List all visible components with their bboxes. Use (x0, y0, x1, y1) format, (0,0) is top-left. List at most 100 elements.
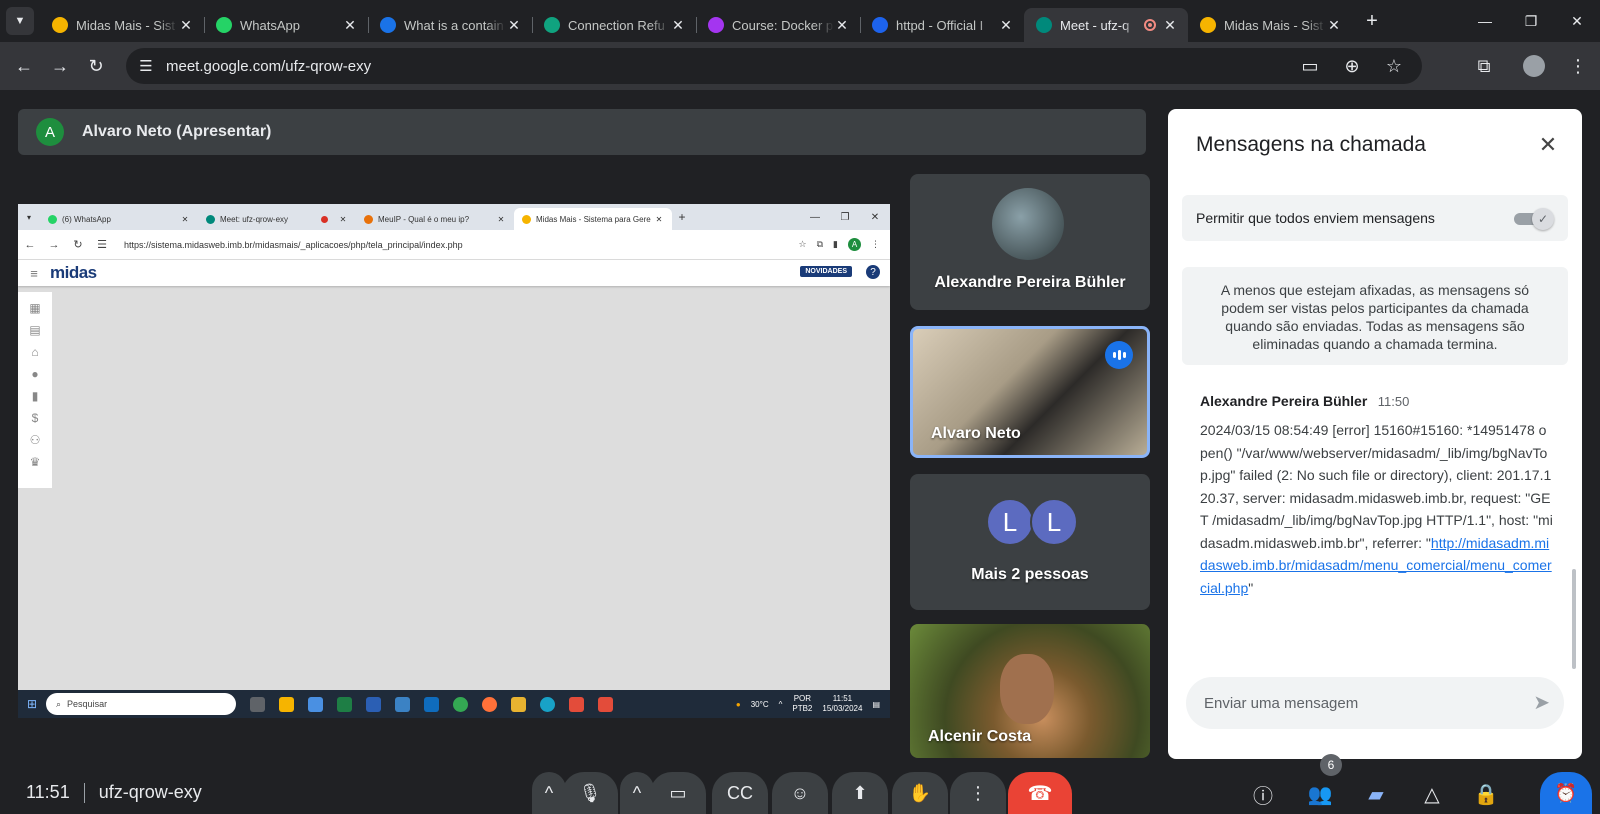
browser-tab[interactable]: Midas Mais - Sist ✕ (1188, 8, 1352, 42)
message-time: 11:50 (1377, 394, 1410, 409)
people-icon[interactable]: 👥 (1302, 776, 1338, 812)
shared-tab-title: (6) WhatsApp (62, 214, 111, 224)
shared-close-tab-icon: ✕ (339, 214, 347, 224)
building-icon: ▤ (29, 323, 41, 337)
address-bar[interactable]: ☰ meet.google.com/ufz-qrow-exy ▭ ⊕ ☆ (126, 48, 1422, 84)
close-tab-icon[interactable]: ✕ (998, 17, 1014, 34)
tab-favicon-icon (216, 17, 232, 33)
tab-search-button[interactable]: ▼ (6, 7, 34, 35)
browser-tab[interactable]: Midas Mais - Sist ✕ (40, 8, 204, 42)
weather-temp: 30°C (750, 699, 769, 709)
tab-title: Midas Mais - Sist (76, 17, 175, 33)
bookmark-star-icon[interactable]: ☆ (1376, 48, 1412, 84)
participant-name: Mais 2 pessoas (971, 566, 1089, 583)
zoom-icon[interactable]: ⊕ (1334, 48, 1370, 84)
extensions-icon[interactable]: ⧉ (1466, 48, 1502, 84)
dashboard-icon: ▦ (29, 301, 41, 315)
reload-icon[interactable]: ↻ (78, 48, 114, 84)
chrome-icon (453, 696, 468, 712)
browser-menu-icon[interactable]: ⋮ (1560, 48, 1596, 84)
excel-icon (337, 696, 352, 712)
bookmark-icon: ▮ (31, 389, 39, 403)
microphone-icon[interactable]: 🎙 (562, 772, 618, 814)
people-count-badge: 6 (1320, 754, 1342, 776)
shared-tab-favicon-icon (48, 214, 57, 224)
back-icon[interactable]: ← (6, 48, 42, 84)
browser-tab[interactable]: Course: Docker p ✕ (696, 8, 860, 42)
permission-label: Permitir que todos enviem mensagens (1196, 210, 1435, 226)
shared-profile-avatar: A (848, 238, 861, 251)
close-window-icon[interactable]: ✕ (1554, 0, 1600, 42)
forward-icon[interactable]: → (42, 48, 78, 84)
chat-icon[interactable]: ▰ (1358, 776, 1394, 812)
participant-tile-alvaro[interactable]: Alvaro Neto (910, 326, 1150, 458)
activities-icon[interactable]: △ (1414, 776, 1450, 812)
camera-icon[interactable]: ▭ (650, 772, 706, 814)
site-settings-icon[interactable]: ☰ (126, 57, 166, 75)
restore-icon[interactable]: ❐ (1508, 0, 1554, 42)
emoji-reaction-icon[interactable]: ☺ (772, 772, 828, 814)
meeting-info: 11:51 ufz-qrow-exy (26, 782, 202, 803)
word-icon (366, 696, 381, 712)
others-avatars: L L (986, 498, 1078, 546)
meeting-details-icon[interactable]: ⓘ (1245, 776, 1281, 812)
timer-alarm-icon[interactable]: ⏰ (1540, 772, 1592, 814)
present-screen-icon[interactable]: ⬆ (832, 772, 888, 814)
more-options-icon[interactable]: ⋮ (950, 772, 1006, 814)
browser-tab[interactable]: httpd - Official I ✕ (860, 8, 1024, 42)
captions-icon[interactable]: CC (712, 772, 768, 814)
leave-call-button[interactable]: ☎ (1008, 772, 1072, 814)
raise-hand-icon[interactable]: ✋ (892, 772, 948, 814)
browser-tab[interactable]: WhatsApp ✕ (204, 8, 368, 42)
midas-logo: midas (50, 263, 97, 282)
shared-tab-title: MeuIP - Qual é o meu ip? (378, 214, 470, 224)
permission-toggle[interactable]: ✓ (1514, 208, 1554, 230)
browser-tab[interactable]: What is a contain ✕ (368, 8, 532, 42)
meet-controls-bar: 11:51 ufz-qrow-exy ^ 🎙 ^ ▭ CC ☺ ⬆ ✋ ⋮ ☎ … (0, 754, 1600, 814)
crown-icon: ♛ (29, 455, 41, 469)
address-url[interactable]: meet.google.com/ufz-qrow-exy (166, 58, 371, 75)
firefox-icon (482, 696, 497, 712)
close-tab-icon[interactable]: ✕ (670, 17, 686, 34)
close-tab-icon[interactable]: ✕ (834, 17, 850, 34)
close-tab-icon[interactable]: ✕ (342, 17, 358, 34)
tray-time: 11:51 (832, 694, 853, 703)
video-options-chevron-icon[interactable]: ^ (620, 772, 654, 814)
message-sender: Alexandre Pereira Bühler (1200, 393, 1368, 409)
new-tab-button[interactable]: + (1358, 10, 1386, 33)
chat-message-input[interactable]: Enviar uma mensagem ➤ (1186, 677, 1564, 729)
close-chat-icon[interactable]: ✕ (1534, 131, 1562, 159)
host-controls-lock-icon[interactable]: 🔒 (1468, 776, 1504, 812)
tabs-container: Midas Mais - Sist ✕ WhatsApp ✕ What is a con… (40, 0, 1352, 42)
tray-language: POR PTB2 (792, 694, 812, 714)
browser-tab[interactable]: Connection Refu ✕ (532, 8, 696, 42)
minimize-icon[interactable]: — (1462, 0, 1508, 42)
tab-favicon-icon (708, 17, 724, 33)
divider (83, 782, 85, 803)
tray-clock: 11:51 15/03/2024 (822, 694, 862, 714)
participant-name: Alexandre Pereira Bühler (934, 274, 1126, 291)
close-tab-icon[interactable]: ✕ (1326, 17, 1342, 34)
close-tab-icon[interactable]: ✕ (506, 17, 522, 34)
profile-avatar-icon[interactable] (1516, 48, 1552, 84)
shared-url: https://sistema.midasweb.imb.br/midasmai… (124, 239, 463, 250)
close-tab-icon[interactable]: ✕ (1162, 17, 1178, 34)
anydesk-icon (569, 696, 584, 712)
participant-tile-others[interactable]: L L Mais 2 pessoas (910, 474, 1150, 610)
chat-scrollbar[interactable] (1572, 569, 1576, 669)
tab-title: Midas Mais - Sist (1224, 17, 1323, 33)
participant-tile-alexandre[interactable]: Alexandre Pereira Bühler (910, 174, 1150, 310)
windows-taskbar: ⊞ ⌕ Pesquisar ● 30°C ^ POR PTB2 11:51 15… (18, 690, 890, 718)
browser-tab[interactable]: Meet - ufz-q ✕ (1024, 8, 1188, 42)
send-icon[interactable]: ➤ (1533, 690, 1550, 715)
tab-title: Meet - ufz-q (1060, 17, 1130, 33)
audio-options-chevron-icon[interactable]: ^ (532, 772, 566, 814)
shared-toolbar: ← → ↻ ☰ https://sistema.midasweb.imb.br/… (18, 230, 890, 260)
camera-in-use-icon[interactable]: ▭ (1292, 48, 1328, 84)
shared-tab-search-icon: ▾ (26, 212, 31, 222)
participant-tile-alcenir[interactable]: Alcenir Costa (910, 624, 1150, 758)
taskbar-search: ⌕ Pesquisar (46, 693, 236, 715)
lang-layout: PTB2 (792, 704, 813, 713)
close-tab-icon[interactable]: ✕ (178, 17, 194, 34)
tab-title: What is a contain (404, 17, 504, 33)
